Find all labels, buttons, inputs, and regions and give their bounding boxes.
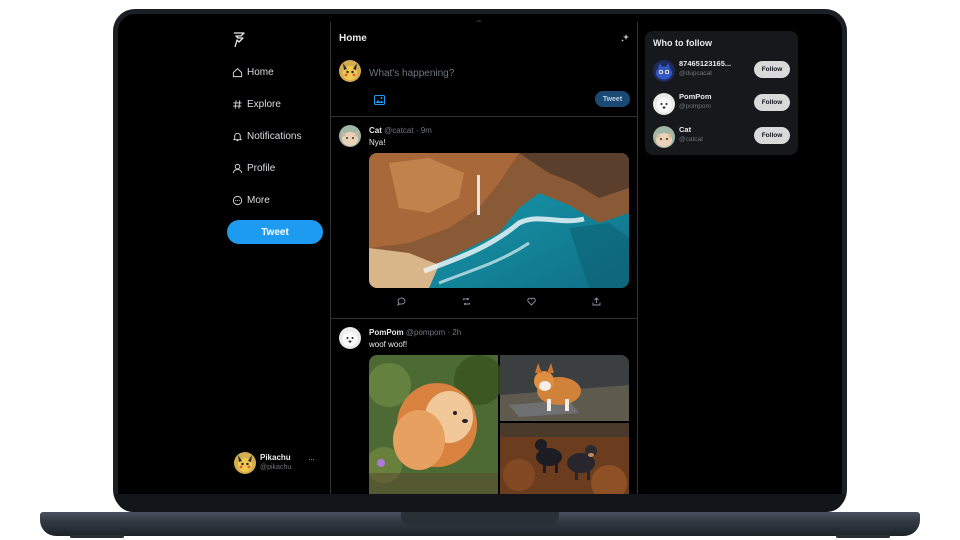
- share-icon[interactable]: [592, 297, 601, 306]
- tweet-text: woof woof!: [369, 340, 408, 349]
- separator-dot: ·: [415, 126, 419, 135]
- tweet-image-grid: [369, 355, 629, 494]
- bell-icon: [232, 132, 243, 141]
- author-name[interactable]: PomPom: [369, 328, 404, 337]
- image-icon[interactable]: [374, 95, 385, 105]
- timeline-header: Home: [331, 22, 637, 52]
- laptop-notch: [401, 512, 559, 525]
- tweet-text: Nya!: [369, 138, 386, 147]
- tweet[interactable]: Cat @catcat · 9m Nya!: [331, 117, 637, 319]
- hash-icon: [233, 99, 242, 109]
- account-name: Pikachu: [260, 453, 291, 462]
- sidebar-item-label: Home: [247, 66, 274, 78]
- suggestion-name: PomPom: [679, 92, 712, 101]
- author-name[interactable]: Cat: [369, 126, 382, 135]
- follow-button[interactable]: Follow: [754, 61, 790, 78]
- author-handle: @pompom: [405, 328, 446, 337]
- timeline: Home Tweet Cat @ca: [330, 22, 638, 494]
- tweet-actions: [369, 297, 629, 309]
- sidebar-item-profile[interactable]: Profile: [232, 159, 275, 177]
- sidebar-item-label: More: [247, 194, 270, 206]
- sidebar-item-label: Notifications: [247, 130, 302, 142]
- account-handle: @pikachu: [260, 464, 292, 471]
- sidebar: Home Explore Notifications Profile More: [220, 22, 330, 494]
- more-dots-icon[interactable]: ···: [308, 454, 315, 464]
- page-title: Home: [339, 33, 367, 44]
- tweet-time: 9m: [420, 126, 432, 135]
- compose-input[interactable]: [369, 65, 589, 81]
- tweet-image-waterfall[interactable]: [369, 153, 629, 288]
- retweet-icon[interactable]: [462, 297, 471, 306]
- laptop-foot: [70, 535, 124, 538]
- suggestion-name: Cat: [679, 125, 692, 134]
- sparkle-icon[interactable]: [620, 33, 630, 43]
- laptop-chin: [115, 494, 845, 512]
- follow-button[interactable]: Follow: [754, 94, 790, 111]
- suggestion-handle: @pompom: [679, 103, 711, 110]
- avatar: [339, 60, 361, 82]
- tweet-author: PomPom @pompom · 2h: [369, 328, 461, 337]
- user-icon: [232, 163, 243, 173]
- suggestion-name: 87465123165...: [679, 59, 732, 68]
- follow-suggestion[interactable]: PomPom @pompom Follow: [645, 88, 798, 118]
- laptop-foot: [836, 535, 890, 538]
- tweet[interactable]: PomPom @pompom · 2h woof woof!: [331, 319, 637, 494]
- compose-tweet-button[interactable]: Tweet: [595, 91, 630, 107]
- suggestion-handle: @dupcacat: [679, 70, 712, 77]
- account-switcher[interactable]: Pikachu @pikachu ···: [234, 451, 324, 477]
- sidebar-item-label: Profile: [247, 162, 276, 174]
- image-corgi[interactable]: [500, 355, 629, 421]
- like-icon[interactable]: [527, 297, 536, 306]
- separator-dot: ·: [447, 328, 451, 337]
- sidebar-item-explore[interactable]: Explore: [232, 95, 281, 113]
- avatar[interactable]: [339, 125, 361, 147]
- follow-suggestion[interactable]: 87465123165... @dupcacat Follow: [645, 55, 798, 85]
- screen: Home Explore Notifications Profile More …: [120, 22, 840, 494]
- sidebar-item-home[interactable]: Home: [232, 63, 274, 81]
- follow-button[interactable]: Follow: [754, 127, 790, 144]
- tweet-time: 2h: [452, 328, 462, 337]
- avatar: [653, 126, 675, 148]
- who-to-follow-panel: Who to follow 87465123165... @dupcacat F…: [645, 31, 798, 155]
- tweet-composer: Tweet: [331, 52, 637, 117]
- sidebar-item-notifications[interactable]: Notifications: [232, 127, 301, 145]
- avatar: [653, 60, 675, 82]
- feather-logo-icon[interactable]: [232, 32, 246, 48]
- reply-icon[interactable]: [397, 297, 406, 306]
- image-dogs-leaves[interactable]: [500, 423, 629, 494]
- more-circle-icon: [232, 195, 243, 205]
- home-icon: [232, 67, 243, 77]
- image-pomeranian[interactable]: [369, 355, 504, 494]
- panel-title: Who to follow: [653, 38, 712, 48]
- suggestion-handle: @catcat: [679, 136, 703, 143]
- author-handle: @catcat: [384, 126, 414, 135]
- sidebar-item-more[interactable]: More: [232, 191, 270, 209]
- sidebar-item-label: Explore: [247, 98, 281, 110]
- tweet-author: Cat @catcat · 9m: [369, 126, 432, 135]
- avatar: [653, 93, 675, 115]
- avatar: [234, 452, 256, 474]
- tweet-button[interactable]: Tweet: [227, 220, 323, 244]
- follow-suggestion[interactable]: Cat @catcat Follow: [645, 121, 798, 151]
- avatar[interactable]: [339, 327, 361, 349]
